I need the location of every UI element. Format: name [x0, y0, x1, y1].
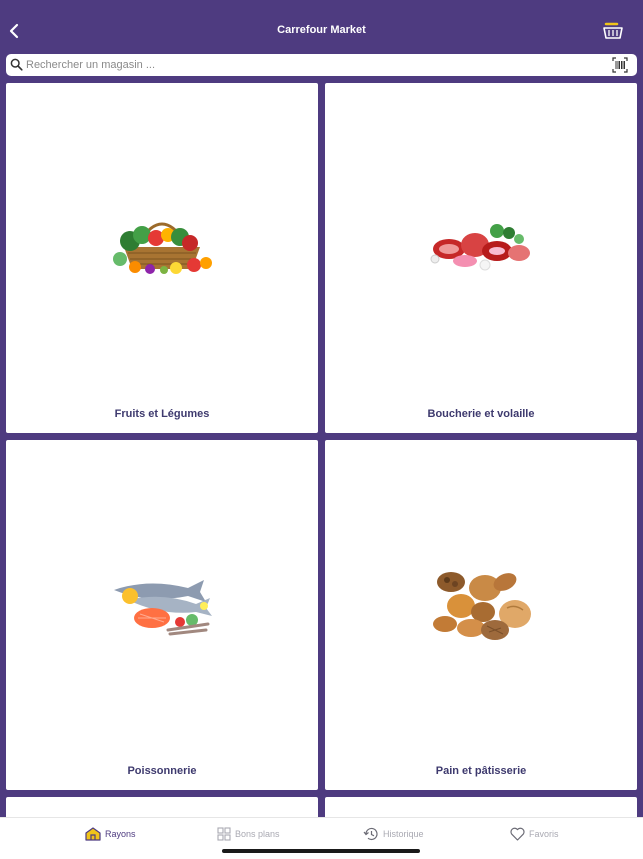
- category-card-poissonnerie[interactable]: Poissonnerie: [6, 440, 318, 790]
- tab-historique[interactable]: Historique: [363, 824, 424, 844]
- search-icon: [10, 58, 23, 71]
- bread-image: [433, 572, 531, 640]
- tab-label: Bons plans: [235, 829, 280, 839]
- tab-favoris[interactable]: Favoris: [510, 824, 559, 844]
- tab-label: Rayons: [105, 829, 136, 839]
- basket-button[interactable]: [603, 22, 623, 40]
- search-input[interactable]: [26, 54, 606, 76]
- category-card-boucherie-volaille[interactable]: Boucherie et volaille: [325, 83, 637, 433]
- grid-icon: [217, 827, 231, 841]
- page-title: Carrefour Market: [277, 24, 366, 36]
- top-bar: Carrefour Market: [0, 0, 643, 54]
- fruits-vegetables-image: [113, 222, 212, 274]
- tab-bons-plans[interactable]: Bons plans: [217, 824, 280, 844]
- category-card-pain-patisserie[interactable]: Pain et pâtisserie: [325, 440, 637, 790]
- category-label: Fruits et Légumes: [114, 408, 210, 420]
- category-card-fruits-legumes[interactable]: Fruits et Légumes: [6, 83, 318, 433]
- tab-rayons[interactable]: Rayons: [85, 824, 136, 844]
- category-label: Boucherie et volaille: [427, 408, 535, 420]
- tab-label: Favoris: [529, 829, 559, 839]
- store-icon: [85, 827, 101, 841]
- tab-label: Historique: [383, 829, 424, 839]
- heart-icon: [510, 827, 525, 841]
- meat-image: [430, 224, 530, 271]
- barcode-scan-icon[interactable]: [612, 57, 628, 73]
- basket-icon: [603, 22, 623, 39]
- fish-image: [114, 580, 212, 636]
- category-label: Poissonnerie: [127, 765, 197, 777]
- category-label: Pain et pâtisserie: [435, 765, 527, 777]
- home-indicator: [222, 849, 420, 853]
- history-icon: [363, 827, 378, 841]
- search-bar: [6, 54, 637, 76]
